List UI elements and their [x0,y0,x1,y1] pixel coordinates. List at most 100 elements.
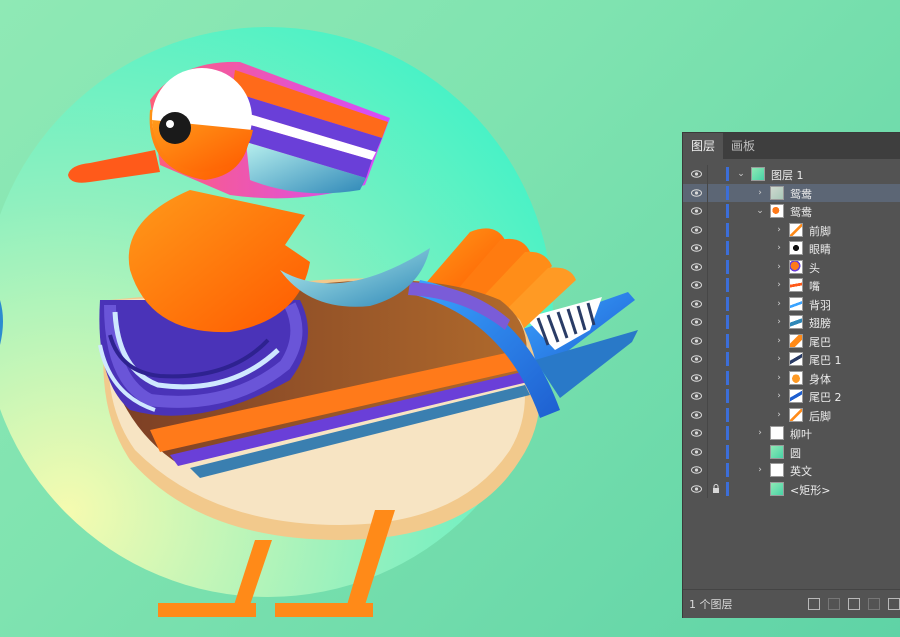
chevron-right-icon[interactable]: › [774,262,784,272]
layer-row[interactable]: › 前脚 [683,220,900,239]
layer-name[interactable]: 背羽 [809,297,831,313]
tab-artboards[interactable]: 画板 [723,133,763,159]
visibility-eye-icon[interactable] [691,318,702,326]
make-clipping-mask-icon[interactable] [848,598,860,610]
layer-thumbnail [789,296,803,311]
layer-name[interactable]: 头 [809,260,820,276]
layer-thumbnail [770,481,784,496]
visibility-eye-icon[interactable] [691,299,702,308]
layer-name[interactable]: 尾巴 [809,334,831,350]
chevron-down-icon[interactable]: ⌄ [736,169,746,179]
layer-name[interactable]: 英文 [790,463,812,479]
visibility-eye-icon[interactable] [691,429,702,437]
layer-color-indicator [726,241,729,255]
export-icon[interactable] [808,598,820,610]
layer-row[interactable]: › 背羽 [683,294,900,313]
layer-name[interactable]: 圆 [790,445,801,461]
visibility-eye-icon[interactable] [691,244,702,252]
layer-row[interactable]: › 英文 [683,461,900,480]
chevron-right-icon[interactable]: › [774,280,784,290]
layer-name[interactable]: 嘴 [809,278,820,294]
layer-name[interactable]: <矩形> [790,482,830,498]
visibility-eye-icon[interactable] [691,281,702,289]
visibility-eye-icon[interactable] [691,392,702,400]
chevron-right-icon[interactable]: › [774,317,784,327]
layer-row[interactable]: › 鸳鸯 [683,183,900,202]
visibility-eye-icon[interactable] [691,466,702,474]
layer-row[interactable]: › 身体 [683,368,900,387]
chevron-right-icon[interactable]: › [774,336,784,346]
layer-list: ⌄ 图层 1 › 鸳鸯 ⌄ 鸳鸯 › 前脚 › 眼睛 › 头 › 嘴 › 背羽 › 翅膀 › 尾巴 › 尾巴 1 › 身体 › 尾… [683,165,900,498]
layer-thumbnail [770,426,784,440]
layer-count: 1 个图层 [689,598,733,611]
layer-row[interactable]: › 翅膀 [683,313,900,332]
visibility-eye-icon[interactable] [691,336,702,345]
lock-icon[interactable] [712,483,720,494]
layer-name[interactable]: 尾巴 1 [809,352,842,368]
chevron-down-icon[interactable]: ⌄ [755,206,765,216]
chevron-right-icon[interactable]: › [774,225,784,235]
layer-color-indicator [726,370,729,385]
layer-row[interactable]: › 尾巴 2 [683,387,900,406]
layer-row[interactable]: <矩形> [683,479,900,498]
layer-name[interactable]: 图层 1 [771,167,804,183]
chevron-right-icon[interactable]: › [774,373,784,383]
layer-name[interactable]: 柳叶 [790,426,812,442]
visibility-eye-icon[interactable] [691,262,702,271]
chevron-right-icon[interactable]: › [774,243,784,253]
lock-column-divider [707,257,708,276]
visibility-eye-icon[interactable] [691,373,702,382]
chevron-right-icon[interactable]: › [755,428,765,438]
visibility-eye-icon[interactable] [691,410,702,419]
lock-column-divider [707,294,708,313]
visibility-eye-icon[interactable] [691,188,702,197]
search-icon[interactable] [828,598,840,610]
visibility-eye-icon[interactable] [691,207,702,215]
chevron-right-icon[interactable]: › [774,391,784,401]
chevron-right-icon[interactable]: › [755,188,765,198]
layer-thumbnail [789,389,803,403]
layer-color-indicator [726,315,729,329]
layer-color-indicator [726,333,729,348]
chevron-right-icon[interactable]: › [774,410,784,420]
lock-column-divider [707,239,708,258]
layer-name[interactable]: 后脚 [809,408,831,424]
layer-row[interactable]: › 柳叶 [683,424,900,443]
chevron-right-icon[interactable]: › [755,465,765,475]
layer-color-indicator [726,259,729,274]
layer-row[interactable]: ⌄ 鸳鸯 [683,202,900,221]
layer-thumbnail [789,278,803,292]
layer-row[interactable]: › 头 [683,257,900,276]
chevron-right-icon[interactable]: › [774,354,784,364]
lock-column-divider [707,183,708,202]
layer-row[interactable]: ⌄ 图层 1 [683,165,900,184]
new-layer-icon[interactable] [888,598,900,610]
layer-name[interactable]: 翅膀 [809,315,831,331]
layer-name[interactable]: 鸳鸯 [790,186,812,202]
layer-color-indicator [726,481,729,496]
visibility-eye-icon[interactable] [691,484,702,493]
visibility-eye-icon[interactable] [691,225,702,234]
layer-name[interactable]: 前脚 [809,223,831,239]
visibility-eye-icon[interactable] [691,170,702,178]
layer-row[interactable]: › 尾巴 [683,331,900,350]
layer-name[interactable]: 眼睛 [809,241,831,257]
layer-row[interactable]: › 后脚 [683,405,900,424]
footer-icons [808,598,900,610]
layer-row[interactable]: 圆 [683,442,900,461]
tab-layers[interactable]: 图层 [683,133,724,159]
visibility-eye-icon[interactable] [691,355,702,363]
layer-color-indicator [726,278,729,292]
layer-color-indicator [726,444,729,459]
layer-name[interactable]: 尾巴 2 [809,389,842,405]
layer-name[interactable]: 身体 [809,371,831,387]
layer-row[interactable]: › 尾巴 1 [683,350,900,369]
visibility-eye-icon[interactable] [691,447,702,456]
layer-name[interactable]: 鸳鸯 [790,204,812,220]
lock-column-divider [707,220,708,239]
new-sublayer-icon[interactable] [868,598,880,610]
layer-row[interactable]: › 眼睛 [683,239,900,258]
chevron-right-icon[interactable]: › [774,299,784,309]
layer-row[interactable]: › 嘴 [683,276,900,295]
lock-column-divider [707,331,708,350]
